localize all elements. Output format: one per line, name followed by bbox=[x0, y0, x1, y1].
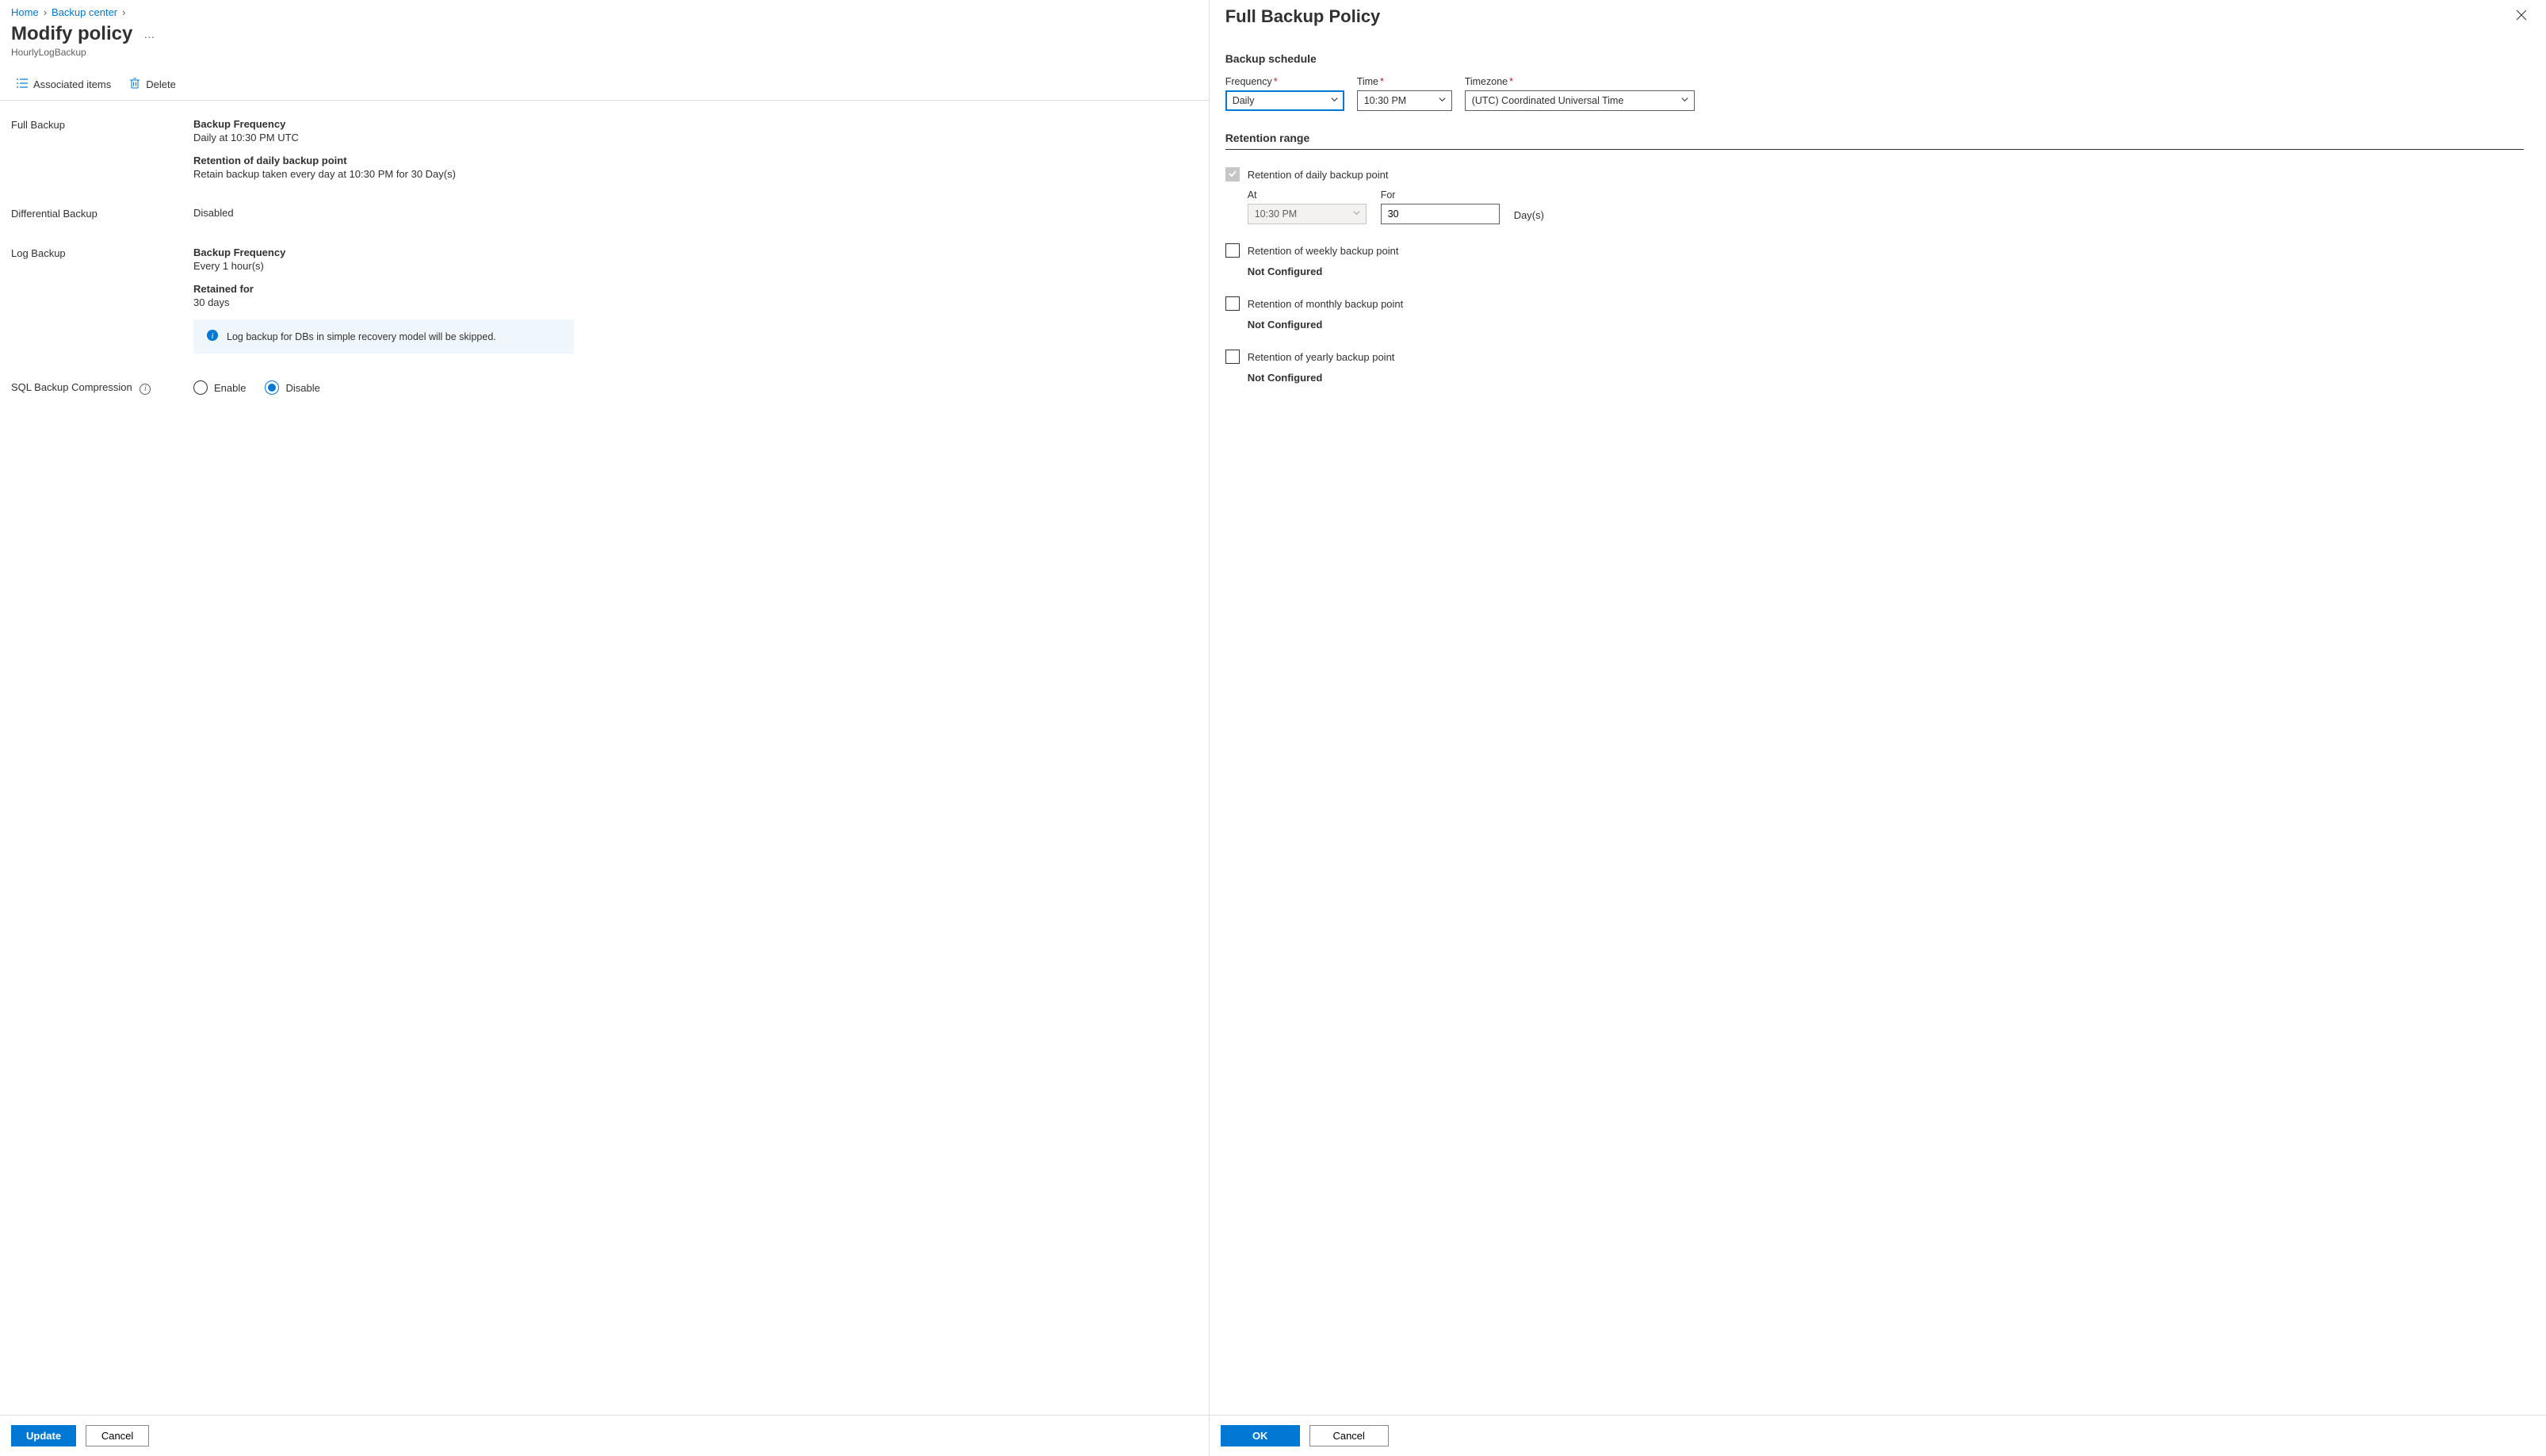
blade-footer: OK Cancel bbox=[1210, 1415, 2546, 1456]
toolbar-label: Associated items bbox=[33, 78, 111, 90]
time-label: Time* bbox=[1357, 76, 1452, 87]
weekly-retention-label: Retention of weekly backup point bbox=[1248, 245, 1399, 257]
timezone-label: Timezone* bbox=[1465, 76, 1695, 87]
page-title: Modify policy bbox=[11, 23, 132, 45]
days-unit-label: Day(s) bbox=[1514, 209, 1544, 224]
update-button[interactable]: Update bbox=[11, 1425, 76, 1446]
breadcrumb-backup-center[interactable]: Backup center bbox=[52, 6, 117, 18]
field-value: Every 1 hour(s) bbox=[193, 260, 1198, 272]
required-indicator: * bbox=[1509, 76, 1513, 87]
field-label: Retention of daily backup point bbox=[193, 155, 1198, 166]
left-footer: Update Cancel bbox=[0, 1415, 1209, 1456]
info-icon: i bbox=[206, 329, 219, 344]
radio-label: Disable bbox=[285, 382, 319, 394]
info-text: Log backup for DBs in simple recovery mo… bbox=[227, 331, 496, 342]
section-label-log-backup: Log Backup bbox=[11, 246, 193, 353]
for-label: For bbox=[1381, 189, 1500, 201]
monthly-retention-checkbox[interactable] bbox=[1225, 296, 1240, 311]
close-icon bbox=[2516, 11, 2527, 23]
daily-retention-checkbox[interactable] bbox=[1225, 167, 1240, 182]
modify-policy-panel: Home › Backup center › Modify policy … H… bbox=[0, 0, 1210, 1456]
daily-retention-label: Retention of daily backup point bbox=[1248, 169, 1389, 181]
section-label-differential-backup: Differential Backup bbox=[11, 207, 193, 220]
chevron-right-icon: › bbox=[122, 6, 125, 18]
field-value: Retain backup taken every day at 10:30 P… bbox=[193, 168, 1198, 180]
ok-button[interactable]: OK bbox=[1221, 1425, 1300, 1446]
svg-text:i: i bbox=[211, 331, 213, 341]
page-subtitle: HourlyLogBackup bbox=[11, 47, 1198, 58]
breadcrumb: Home › Backup center › bbox=[0, 0, 1209, 21]
field-label: Backup Frequency bbox=[193, 246, 1198, 258]
compression-disable-radio[interactable]: Disable bbox=[265, 380, 319, 395]
field-label: Retained for bbox=[193, 283, 1198, 295]
blade-title: Full Backup Policy bbox=[1225, 6, 1381, 27]
daily-at-select: 10:30 PM bbox=[1248, 204, 1367, 224]
toolbar: Associated items Delete bbox=[0, 67, 1209, 101]
section-label-full-backup: Full Backup bbox=[11, 118, 193, 180]
yearly-retention-checkbox[interactable] bbox=[1225, 350, 1240, 364]
yearly-retention-label: Retention of yearly backup point bbox=[1248, 351, 1395, 363]
required-indicator: * bbox=[1380, 76, 1384, 87]
chevron-down-icon bbox=[1352, 208, 1361, 220]
cancel-button[interactable]: Cancel bbox=[86, 1425, 149, 1446]
chevron-down-icon bbox=[1438, 95, 1447, 106]
list-icon bbox=[16, 77, 29, 92]
field-label: Backup Frequency bbox=[193, 118, 1198, 130]
retention-range-title: Retention range bbox=[1225, 132, 2524, 150]
chevron-right-icon: › bbox=[44, 6, 47, 18]
field-value: Daily at 10:30 PM UTC bbox=[193, 132, 1198, 143]
frequency-label: Frequency* bbox=[1225, 76, 1344, 87]
compression-enable-radio[interactable]: Enable bbox=[193, 380, 246, 395]
associated-items-button[interactable]: Associated items bbox=[16, 77, 111, 92]
toolbar-label: Delete bbox=[146, 78, 176, 90]
info-icon[interactable]: i bbox=[140, 384, 151, 395]
checkmark-icon bbox=[1228, 169, 1237, 181]
radio-label: Enable bbox=[214, 382, 246, 394]
required-indicator: * bbox=[1274, 76, 1278, 87]
field-value: Disabled bbox=[193, 207, 1198, 219]
blade-cancel-button[interactable]: Cancel bbox=[1309, 1425, 1389, 1446]
frequency-select[interactable]: Daily bbox=[1225, 90, 1344, 111]
trash-icon bbox=[128, 77, 141, 92]
breadcrumb-home[interactable]: Home bbox=[11, 6, 39, 18]
more-actions-button[interactable]: … bbox=[143, 28, 155, 40]
full-backup-policy-blade: Full Backup Policy Backup schedule Frequ… bbox=[1210, 0, 2546, 1456]
info-callout: i Log backup for DBs in simple recovery … bbox=[193, 319, 574, 353]
section-label-compression: SQL Backup Compression i bbox=[11, 380, 193, 395]
monthly-status: Not Configured bbox=[1248, 319, 2524, 331]
yearly-status: Not Configured bbox=[1248, 372, 2524, 384]
delete-button[interactable]: Delete bbox=[128, 77, 176, 92]
backup-schedule-title: Backup schedule bbox=[1225, 52, 2524, 65]
timezone-select[interactable]: (UTC) Coordinated Universal Time bbox=[1465, 90, 1695, 111]
weekly-retention-checkbox[interactable] bbox=[1225, 243, 1240, 258]
close-button[interactable] bbox=[2513, 6, 2530, 26]
time-select[interactable]: 10:30 PM bbox=[1357, 90, 1452, 111]
weekly-status: Not Configured bbox=[1248, 266, 2524, 277]
daily-for-input[interactable] bbox=[1381, 204, 1500, 224]
chevron-down-icon bbox=[1680, 95, 1689, 106]
at-label: At bbox=[1248, 189, 1367, 201]
field-value: 30 days bbox=[193, 296, 1198, 308]
chevron-down-icon bbox=[1330, 95, 1339, 106]
monthly-retention-label: Retention of monthly backup point bbox=[1248, 298, 1404, 310]
